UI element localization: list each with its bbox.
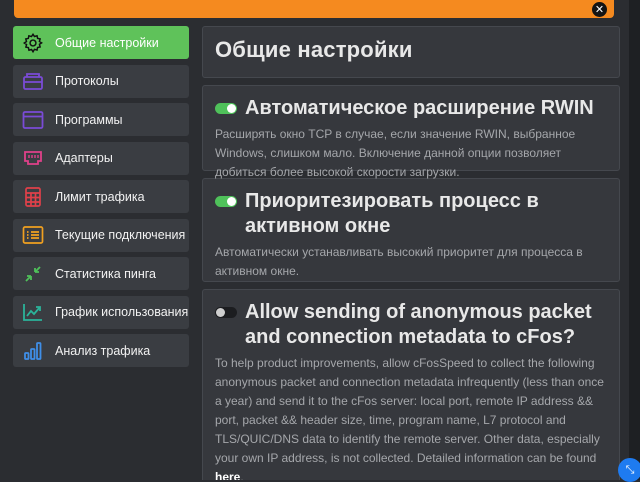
sidebar-item-adapters[interactable]: Адаптеры — [13, 141, 189, 175]
details-link[interactable]: here — [215, 470, 240, 480]
title-bar — [14, 0, 614, 18]
sidebar-item-label: Анализ трафика — [55, 343, 151, 358]
description-end: . — [240, 470, 244, 480]
toggle-knob — [216, 308, 225, 317]
gear-icon — [21, 31, 45, 55]
prioritize-toggle[interactable] — [215, 196, 237, 207]
sidebar-item-traffic-limit[interactable]: Лимит трафика — [13, 180, 189, 213]
sidebar-item-current-connections[interactable]: Текущие подключения — [13, 218, 189, 252]
sidebar-item-usage-graph[interactable]: График использования — [13, 295, 189, 329]
toggle-knob — [227, 197, 236, 206]
sidebar-item-ping-statistics[interactable]: Статистика пинга — [13, 257, 189, 290]
window-edge — [629, 0, 640, 480]
sidebar-item-label: Протоколы — [55, 74, 119, 88]
sidebar-item-label: Текущие подключения — [55, 228, 186, 242]
sidebar-item-label: Программы — [55, 112, 123, 127]
setting-description: To help product improvements, allow cFos… — [215, 354, 607, 480]
setting-card-prioritize: Приоритезировать процесс в активном окне… — [202, 178, 620, 282]
setting-card-metadata: Allow sending of anonymous packet and co… — [202, 289, 620, 480]
usage-chart-icon — [21, 300, 45, 324]
protocols-icon — [21, 69, 45, 93]
sidebar-item-general-settings[interactable]: Общие настройки — [13, 26, 189, 59]
sidebar-item-label: Статистика пинга — [55, 266, 157, 281]
ping-arrows-icon — [21, 262, 45, 286]
description-text: To help product improvements, allow cFos… — [215, 356, 604, 465]
bar-chart-icon — [21, 339, 45, 363]
sidebar: Общие настройки Протоколы Программы Адап… — [13, 26, 189, 373]
setting-title: Allow sending of anonymous packet and co… — [245, 301, 592, 348]
sidebar-item-programs[interactable]: Программы — [13, 103, 189, 136]
rwin-toggle[interactable] — [215, 103, 237, 114]
page-header: Общие настройки — [202, 26, 620, 78]
setting-title: Автоматическое расширение RWIN — [245, 97, 594, 119]
sidebar-item-label: График использования — [55, 305, 189, 319]
setting-title: Приоритезировать процесс в активном окне — [245, 190, 539, 237]
toggle-knob — [227, 104, 236, 113]
metadata-toggle[interactable] — [215, 307, 237, 318]
sidebar-item-protocols[interactable]: Протоколы — [13, 64, 189, 98]
calculator-icon — [21, 185, 45, 209]
setting-description: Автоматически устанавливать высокий прио… — [215, 245, 583, 278]
close-icon[interactable]: ✕ — [592, 2, 607, 17]
main-content: Общие настройки Автоматическое расширени… — [202, 26, 620, 480]
setting-description: Расширять окно TCP в случае, если значен… — [215, 127, 576, 179]
adapter-icon — [21, 146, 45, 170]
sidebar-item-label: Лимит трафика — [55, 189, 145, 204]
sidebar-item-label: Адаптеры — [55, 151, 113, 165]
setting-card-rwin: Автоматическое расширение RWIN Расширять… — [202, 85, 620, 179]
sidebar-item-label: Общие настройки — [55, 35, 159, 50]
setting-header: Allow sending of anonymous packet and co… — [215, 300, 607, 350]
connections-list-icon — [21, 223, 45, 247]
page-title: Общие настройки — [215, 37, 413, 62]
sidebar-item-traffic-analysis[interactable]: Анализ трафика — [13, 334, 189, 367]
programs-icon — [21, 108, 45, 132]
setting-header: Приоритезировать процесс в активном окне — [215, 189, 607, 239]
resize-icon[interactable]: ⤡ — [618, 458, 640, 482]
setting-header: Автоматическое расширение RWIN — [215, 96, 607, 121]
